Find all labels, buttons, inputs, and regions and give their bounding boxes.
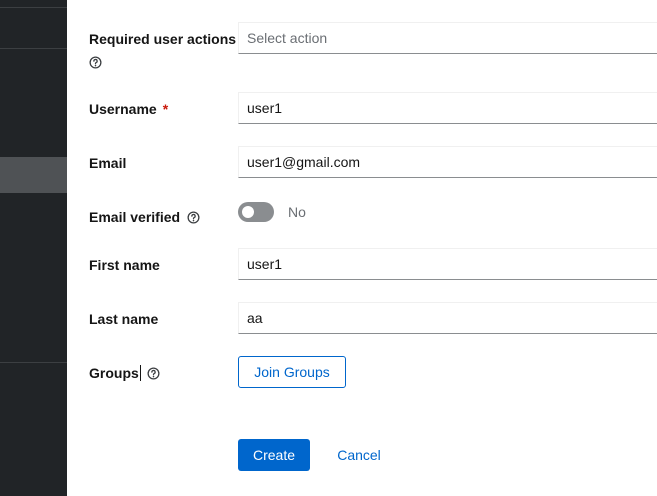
- sidebar-divider: [0, 362, 67, 363]
- email-verified-toggle[interactable]: [238, 202, 274, 222]
- first-name-label: First name: [89, 257, 160, 273]
- cancel-button[interactable]: Cancel: [329, 439, 389, 471]
- username-field[interactable]: user1: [238, 92, 657, 124]
- text-cursor: [139, 365, 141, 381]
- required-actions-label: Required user actions: [89, 30, 236, 71]
- last-name-label: Last name: [89, 311, 159, 327]
- email-verified-state: No: [288, 204, 306, 220]
- toggle-knob: [242, 206, 254, 218]
- help-icon[interactable]: [187, 209, 200, 225]
- sidebar: [0, 0, 67, 496]
- join-groups-button[interactable]: Join Groups: [238, 356, 346, 388]
- last-name-field[interactable]: aa: [238, 302, 657, 334]
- groups-label: Groups: [89, 364, 160, 382]
- email-field[interactable]: user1@gmail.com: [238, 146, 657, 178]
- sidebar-divider: [0, 7, 67, 8]
- sidebar-item-users[interactable]: [0, 157, 67, 193]
- create-button[interactable]: Create: [238, 439, 310, 471]
- username-label: Username *: [89, 101, 169, 117]
- help-icon[interactable]: [89, 53, 102, 71]
- sidebar-divider: [0, 48, 67, 49]
- email-verified-label: Email verified: [89, 208, 200, 226]
- required-actions-select[interactable]: Select action: [238, 22, 657, 54]
- create-user-form: Required user actions Select action User…: [67, 0, 657, 496]
- help-icon[interactable]: [143, 365, 160, 381]
- first-name-field[interactable]: user1: [238, 248, 657, 280]
- required-indicator: *: [162, 101, 169, 117]
- email-label: Email: [89, 155, 127, 171]
